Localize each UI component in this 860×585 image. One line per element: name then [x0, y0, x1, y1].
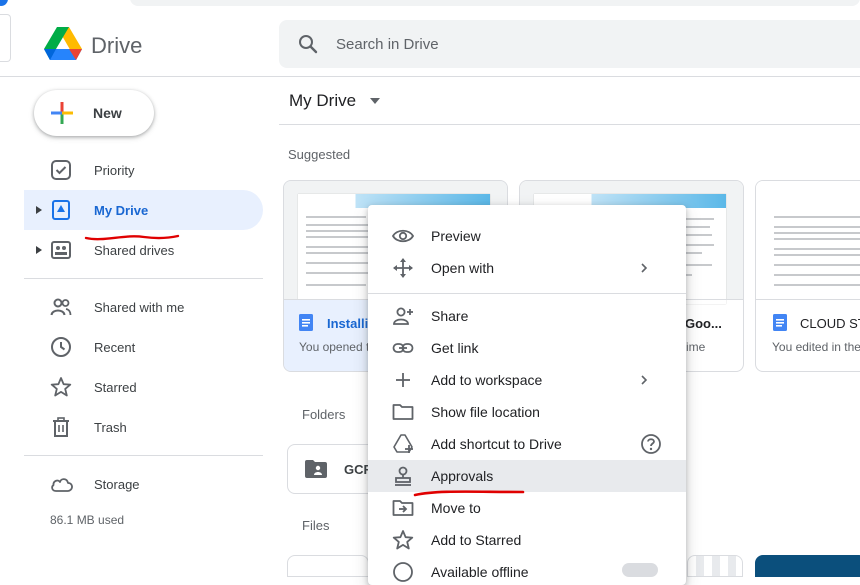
menu-item-move-to[interactable]: Move to [431, 500, 481, 516]
sidebar-item-shared-drives[interactable]: Shared drives [94, 243, 174, 258]
red-annotation-underline [84, 234, 180, 241]
card-file-activity: ime [686, 340, 706, 354]
chevron-right-icon [641, 263, 648, 273]
file-card[interactable] [755, 555, 860, 577]
menu-item-get-link[interactable]: Get link [431, 340, 478, 356]
title-divider [279, 124, 860, 125]
sidebar-item-recent[interactable]: Recent [94, 340, 135, 355]
card-file-name: Installi [327, 316, 369, 331]
folder-icon [392, 404, 414, 420]
trash-icon [53, 417, 69, 437]
folders-heading: Folders [302, 407, 346, 422]
app-name: Drive [91, 33, 143, 58]
files-heading: Files [302, 518, 330, 533]
sidebar-item-storage[interactable]: Storage [94, 477, 140, 492]
chevron-right-icon [641, 375, 648, 385]
docs-file-icon [773, 314, 787, 331]
file-thumbnail [756, 181, 860, 304]
new-button-label: New [93, 105, 122, 121]
offline-toggle[interactable] [622, 563, 658, 577]
expand-caret-icon[interactable] [35, 246, 43, 254]
clock-icon [51, 337, 71, 357]
sidebar-item-shared-with-me[interactable]: Shared with me [94, 300, 184, 315]
approval-stamp-icon [395, 466, 411, 486]
menu-item-show-file-location[interactable]: Show file location [431, 404, 540, 420]
menu-item-approvals-label: Approvals [431, 468, 494, 484]
menu-item-add-to-workspace[interactable]: Add to workspace [431, 372, 542, 388]
plus-icon [396, 373, 410, 387]
sidebar-item-starred[interactable]: Starred [94, 380, 137, 395]
expand-caret-icon[interactable] [35, 206, 43, 214]
new-plus-icon [51, 102, 73, 124]
context-menu [368, 205, 686, 585]
menu-divider [368, 293, 686, 294]
shortcut-icon [393, 434, 413, 453]
sidebar-item-trash[interactable]: Trash [94, 420, 127, 435]
menu-item-preview[interactable]: Preview [431, 228, 481, 244]
browser-address-bar[interactable] [130, 0, 860, 6]
card-file-activity: You opened t [299, 340, 370, 354]
side-panel-tab[interactable] [0, 14, 11, 62]
star-icon [392, 530, 414, 550]
shared-folder-icon [305, 460, 327, 478]
file-card[interactable] [687, 555, 743, 577]
header-divider [0, 76, 860, 77]
docs-file-icon [299, 314, 313, 331]
help-icon[interactable] [640, 433, 662, 455]
link-icon [392, 343, 414, 353]
move-to-icon [392, 500, 414, 516]
sidebar-item-my-drive-label: My Drive [94, 203, 149, 218]
page-title[interactable]: My Drive [289, 91, 356, 111]
file-card[interactable] [287, 555, 369, 577]
offline-icon [393, 562, 413, 582]
menu-item-available-offline[interactable]: Available offline [431, 564, 529, 580]
storage-used-text: 86.1 MB used [50, 513, 125, 527]
search-icon[interactable] [298, 34, 318, 54]
sidebar-divider [24, 455, 263, 456]
shared-drives-icon [51, 241, 71, 259]
cloud-icon [51, 478, 73, 492]
search-input[interactable]: Search in Drive [336, 36, 439, 53]
person-add-icon [393, 307, 413, 325]
browser-profile-icon[interactable] [0, 0, 8, 6]
menu-item-open-with[interactable]: Open with [431, 260, 494, 276]
menu-item-add-to-starred[interactable]: Add to Starred [431, 532, 521, 548]
chevron-down-icon[interactable] [370, 98, 380, 104]
browser-tab-strip [0, 0, 860, 8]
priority-icon [51, 160, 71, 180]
suggested-heading: Suggested [288, 147, 351, 162]
drive-logo-icon[interactable] [44, 27, 82, 61]
my-drive-icon [52, 200, 70, 220]
card-file-activity: You edited in the [772, 340, 860, 354]
shared-with-me-icon [50, 298, 72, 316]
move-arrows-icon [393, 258, 413, 278]
card-file-name: CLOUD ST [800, 316, 860, 331]
star-icon [50, 377, 72, 397]
menu-item-add-shortcut[interactable]: Add shortcut to Drive [431, 436, 562, 452]
sidebar-item-priority[interactable]: Priority [94, 163, 134, 178]
menu-item-share[interactable]: Share [431, 308, 468, 324]
sidebar-divider [24, 278, 263, 279]
eye-icon [392, 229, 414, 243]
red-annotation-underline [413, 490, 525, 497]
card-file-name: Goo... [685, 316, 722, 331]
